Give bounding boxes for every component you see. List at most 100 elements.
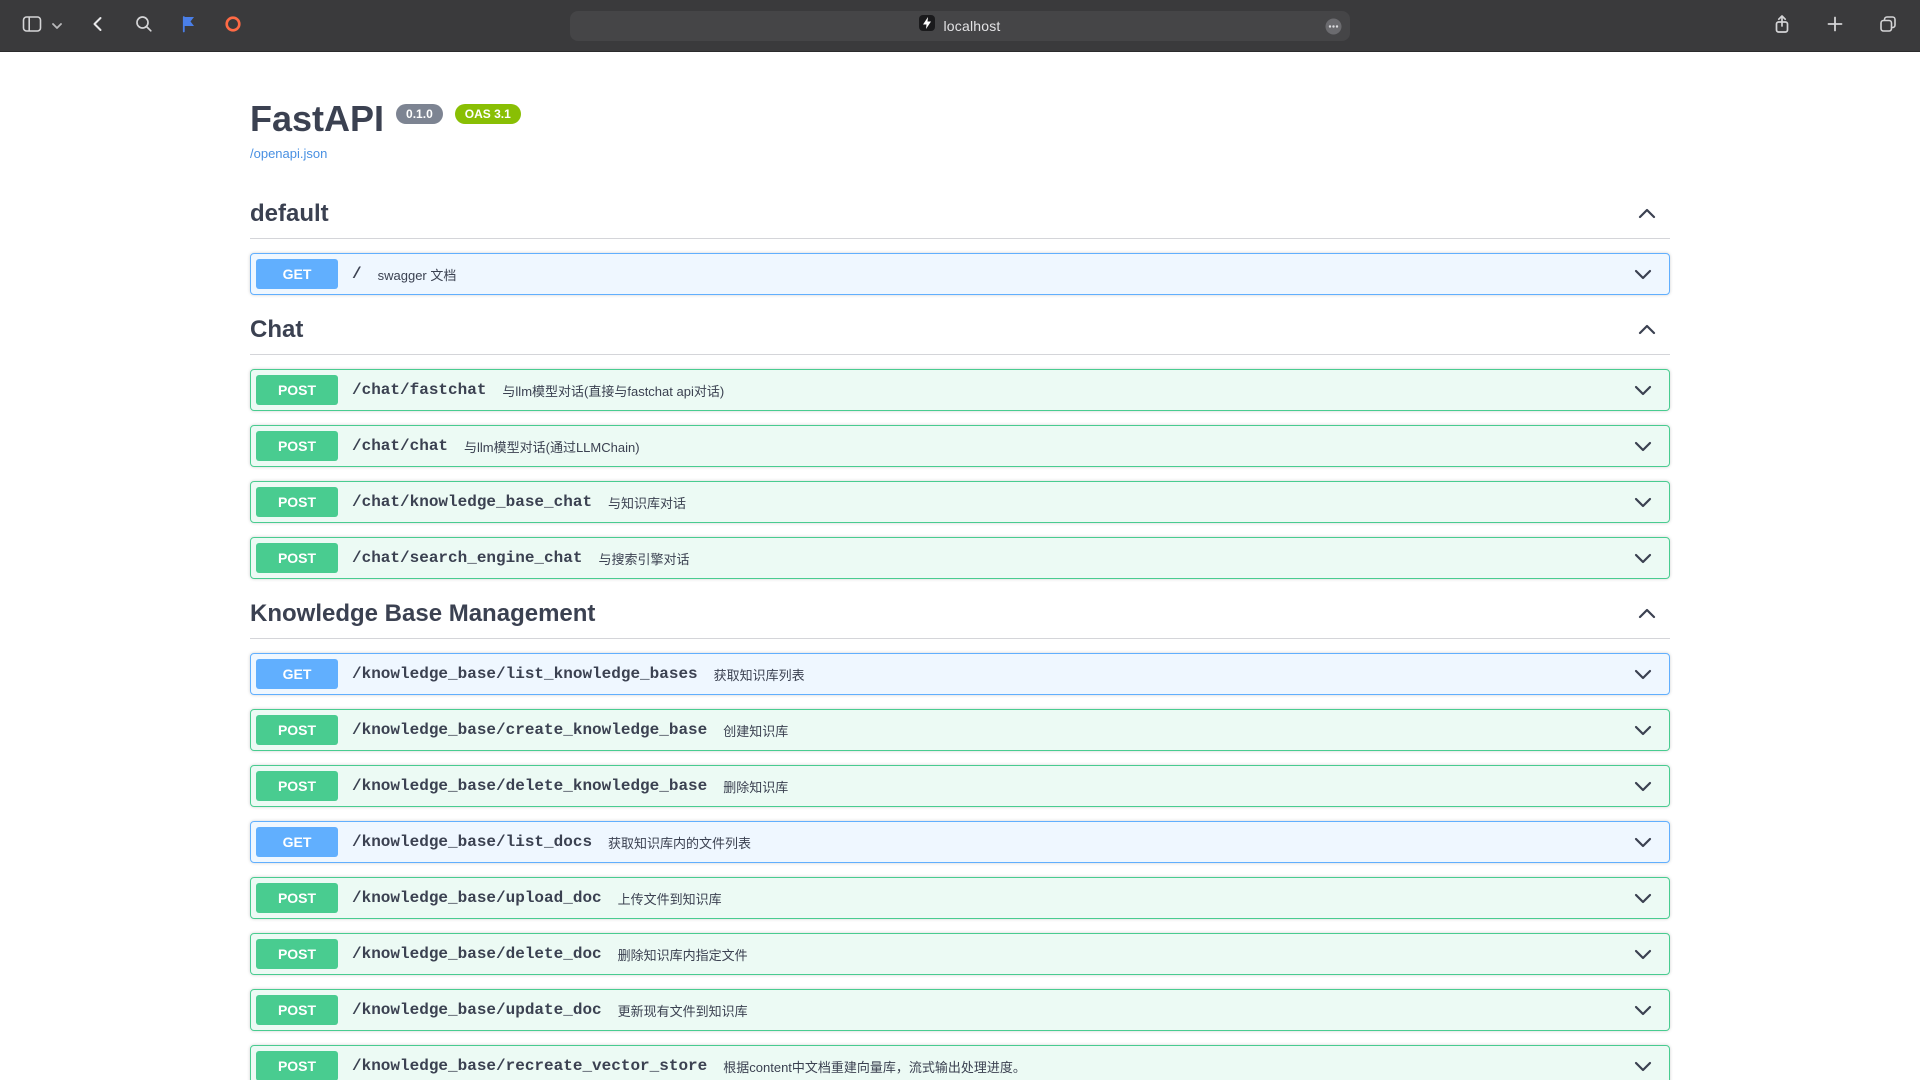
tabs-overview-button[interactable] — [1876, 12, 1900, 39]
sidebar-toggle-button[interactable] — [20, 12, 44, 39]
endpoint-row[interactable]: POST /knowledge_base/delete_knowledge_ba… — [250, 765, 1670, 807]
endpoint-row[interactable]: POST /knowledge_base/recreate_vector_sto… — [250, 1045, 1670, 1080]
endpoint-row[interactable]: POST /knowledge_base/upload_doc 上传文件到知识库 — [250, 877, 1670, 919]
section-header-chat[interactable]: Chat — [250, 309, 1670, 355]
share-icon — [1772, 14, 1792, 38]
chevron-down-icon[interactable] — [1634, 441, 1652, 452]
endpoint-description: 获取知识库内的文件列表 — [608, 833, 751, 852]
method-badge: POST — [256, 771, 338, 801]
method-badge: POST — [256, 883, 338, 913]
section-title: default — [250, 199, 329, 228]
extension-orange-icon — [224, 15, 242, 36]
sidebar-icon — [22, 14, 42, 37]
section-knowledge-base-management: Knowledge Base Management GET /knowledge… — [250, 593, 1670, 1080]
chevron-down-icon[interactable] — [1634, 385, 1652, 396]
site-favicon — [919, 15, 935, 36]
chevron-up-icon — [1638, 324, 1656, 335]
method-badge: POST — [256, 431, 338, 461]
section-header-default[interactable]: default — [250, 193, 1670, 239]
endpoint-description: 获取知识库列表 — [714, 665, 805, 684]
ellipsis-circle-icon — [1325, 22, 1342, 39]
endpoint-path: /chat/search_engine_chat — [352, 549, 582, 567]
page-settings-button[interactable] — [1325, 18, 1342, 40]
method-badge: POST — [256, 939, 338, 969]
chevron-down-icon[interactable] — [1634, 725, 1652, 736]
endpoint-row[interactable]: POST /chat/fastchat 与llm模型对话(直接与fastchat… — [250, 369, 1670, 411]
endpoint-row[interactable]: GET / swagger 文档 — [250, 253, 1670, 295]
endpoint-description: 根据content中文档重建向量库，流式输出处理进度。 — [723, 1057, 1026, 1076]
chevron-left-icon — [88, 14, 108, 37]
version-badge: 0.1.0 — [396, 104, 443, 124]
section-default: default GET / swagger 文档 — [250, 193, 1670, 295]
endpoint-path: / — [352, 265, 362, 283]
endpoint-path: /knowledge_base/delete_knowledge_base — [352, 777, 707, 795]
section-title: Knowledge Base Management — [250, 599, 595, 628]
endpoint-path: /knowledge_base/recreate_vector_store — [352, 1057, 707, 1075]
endpoint-description: 与llm模型对话(通过LLMChain) — [464, 437, 640, 456]
section-chat: Chat POST /chat/fastchat 与llm模型对话(直接与fas… — [250, 309, 1670, 579]
chevron-up-icon — [1638, 608, 1656, 619]
method-badge: GET — [256, 659, 338, 689]
extension-blue-button[interactable] — [178, 13, 200, 38]
new-tab-button[interactable] — [1824, 13, 1846, 38]
endpoint-row[interactable]: POST /knowledge_base/create_knowledge_ba… — [250, 709, 1670, 751]
endpoint-description: 删除知识库 — [723, 777, 788, 796]
swagger-page: FastAPI 0.1.0 OAS 3.1 /openapi.json defa… — [0, 52, 1920, 1080]
tabs-overview-icon — [1878, 14, 1898, 37]
endpoint-row[interactable]: POST /knowledge_base/update_doc 更新现有文件到知… — [250, 989, 1670, 1031]
plus-icon — [1826, 15, 1844, 36]
openapi-json-link[interactable]: /openapi.json — [250, 146, 327, 161]
chevron-down-icon[interactable] — [1634, 497, 1652, 508]
method-badge: POST — [256, 715, 338, 745]
section-header-knowledge-base-management[interactable]: Knowledge Base Management — [250, 593, 1670, 639]
endpoint-row[interactable]: POST /knowledge_base/delete_doc 删除知识库内指定… — [250, 933, 1670, 975]
endpoint-path: /knowledge_base/upload_doc — [352, 889, 602, 907]
chevron-down-icon[interactable] — [1634, 1061, 1652, 1072]
address-bar[interactable]: localhost — [570, 11, 1350, 41]
section-title: Chat — [250, 315, 303, 344]
extension-blue-icon — [180, 15, 198, 36]
chevron-down-icon[interactable] — [1634, 269, 1652, 280]
endpoint-path: /knowledge_base/update_doc — [352, 1001, 602, 1019]
endpoint-description: 更新现有文件到知识库 — [618, 1001, 748, 1020]
sidebar-menu-button[interactable] — [50, 16, 64, 35]
chevron-down-icon[interactable] — [1634, 893, 1652, 904]
endpoint-path: /chat/fastchat — [352, 381, 486, 399]
chevron-down-icon[interactable] — [1634, 781, 1652, 792]
oas-badge: OAS 3.1 — [455, 104, 521, 124]
page-title: FastAPI — [250, 98, 384, 140]
endpoint-description: 上传文件到知识库 — [618, 889, 722, 908]
search-button[interactable] — [132, 12, 156, 39]
method-badge: POST — [256, 995, 338, 1025]
chevron-down-icon[interactable] — [1634, 837, 1652, 848]
chevron-down-icon[interactable] — [1634, 1005, 1652, 1016]
method-badge: POST — [256, 1051, 338, 1080]
endpoint-row[interactable]: GET /knowledge_base/list_docs 获取知识库内的文件列… — [250, 821, 1670, 863]
share-button[interactable] — [1770, 12, 1794, 40]
chevron-down-icon[interactable] — [1634, 553, 1652, 564]
endpoint-row[interactable]: POST /chat/chat 与llm模型对话(通过LLMChain) — [250, 425, 1670, 467]
endpoint-description: 与llm模型对话(直接与fastchat api对话) — [502, 381, 724, 400]
endpoint-row[interactable]: POST /chat/search_engine_chat 与搜索引擎对话 — [250, 537, 1670, 579]
extension-orange-button[interactable] — [222, 13, 244, 38]
back-button[interactable] — [86, 12, 110, 39]
method-badge: POST — [256, 487, 338, 517]
endpoint-description: swagger 文档 — [378, 265, 457, 284]
method-badge: POST — [256, 543, 338, 573]
chevron-up-icon — [1638, 208, 1656, 219]
method-badge: GET — [256, 259, 338, 289]
endpoint-description: 删除知识库内指定文件 — [618, 945, 748, 964]
endpoint-row[interactable]: GET /knowledge_base/list_knowledge_bases… — [250, 653, 1670, 695]
chevron-down-icon[interactable] — [1634, 949, 1652, 960]
search-icon — [134, 14, 154, 37]
method-badge: POST — [256, 375, 338, 405]
endpoint-path: /knowledge_base/list_knowledge_bases — [352, 665, 698, 683]
endpoint-path: /knowledge_base/create_knowledge_base — [352, 721, 707, 739]
endpoint-path: /knowledge_base/list_docs — [352, 833, 592, 851]
browser-toolbar: localhost — [0, 0, 1920, 52]
endpoint-description: 创建知识库 — [723, 721, 788, 740]
chevron-down-icon — [52, 18, 62, 33]
chevron-down-icon[interactable] — [1634, 669, 1652, 680]
endpoint-row[interactable]: POST /chat/knowledge_base_chat 与知识库对话 — [250, 481, 1670, 523]
endpoint-path: /knowledge_base/delete_doc — [352, 945, 602, 963]
